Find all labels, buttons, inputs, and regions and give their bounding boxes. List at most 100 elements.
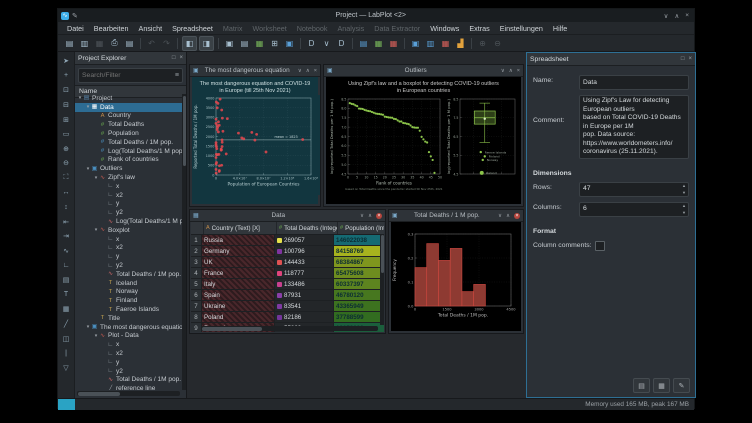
row-number-cell[interactable]: 4: [191, 268, 202, 278]
export-spreadsheet-button[interactable]: ▥: [424, 37, 437, 50]
tree-item-iceland[interactable]: TIceland: [75, 279, 182, 288]
tree-item-norway[interactable]: TNorway: [75, 288, 182, 297]
tree-item-y2[interactable]: ∟y2: [75, 261, 182, 270]
columns-stepper[interactable]: 6 ▲ ▼: [579, 202, 689, 217]
statistics-button[interactable]: ▟: [454, 37, 467, 50]
population-cell[interactable]: 65475608: [334, 268, 384, 278]
add-boxplot-icon[interactable]: ◫: [60, 333, 72, 345]
tree-item-x[interactable]: ∟x: [75, 235, 182, 244]
tree-item-log-total-deaths-1-m-pop[interactable]: #Log(Total Deaths/1 M pop.): [75, 147, 182, 156]
column-header-total-deaths-integer-y[interactable]: #Total Deaths (Integer) [Y]: [277, 222, 338, 234]
import-sql-button[interactable]: ▦: [372, 37, 385, 50]
new-project-button[interactable]: ▤: [63, 37, 76, 50]
print-button[interactable]: ⎙: [108, 37, 121, 50]
tree-item-rank-of-countries[interactable]: #Rank of countries: [75, 156, 182, 165]
print-preview-button[interactable]: ▤: [123, 37, 136, 50]
rows-stepper[interactable]: 47 ▲ ▼: [579, 182, 689, 197]
dock-close-icon[interactable]: ×: [179, 55, 183, 61]
zoom-out-icon[interactable]: ⊖: [60, 157, 72, 169]
window-titlebar[interactable]: ▣ Total Deaths / 1 M pop. ∨ ∧ ×: [389, 210, 523, 222]
tree-item-plot-data[interactable]: ▾∿Plot - Data: [75, 332, 182, 341]
table-horizontal-scrollbar[interactable]: [201, 326, 378, 331]
row-number-cell[interactable]: 8: [191, 312, 202, 322]
tree-item-y[interactable]: ∟y: [75, 200, 182, 209]
window-maximize-icon[interactable]: ∧: [509, 68, 513, 74]
row-number-cell[interactable]: 1: [191, 235, 202, 245]
population-cell[interactable]: 37788599: [334, 312, 384, 322]
zoom-in-icon[interactable]: ⊕: [60, 143, 72, 155]
name-field[interactable]: [579, 75, 689, 90]
zoom-in-button[interactable]: ⊕: [476, 37, 489, 50]
tree-item-reference-line[interactable]: ╱reference line: [75, 384, 182, 390]
spin-down-icon[interactable]: ▼: [682, 191, 686, 195]
column-header-country-text-x[interactable]: ACountry (Text) [X]: [204, 222, 277, 234]
column-header-population-integer-y[interactable]: #Population (Integer) [Y]: [338, 222, 384, 234]
edit-template-button[interactable]: ✎: [673, 378, 690, 393]
window-titlebar[interactable]: ▣ Outliers ∨ ∧ ×: [324, 65, 523, 77]
row-number-cell[interactable]: 5: [191, 279, 202, 289]
population-cell[interactable]: 146022038: [334, 235, 384, 245]
tree-item-title[interactable]: TTitle: [75, 314, 182, 323]
tree-item-x2[interactable]: ∟x2: [75, 191, 182, 200]
menu-hilfe[interactable]: Hilfe: [548, 24, 572, 33]
window-titlebar[interactable]: ▦ Data ∨ ∧ ×: [190, 210, 385, 222]
save-project-button[interactable]: ▦: [93, 37, 106, 50]
crosshair-tool-icon[interactable]: +: [60, 70, 72, 82]
country-cell[interactable]: Russia: [202, 235, 275, 245]
window-minimize-icon[interactable]: ∨: [501, 68, 505, 74]
zoom-out-button[interactable]: ⊖: [491, 37, 504, 50]
menu-spreadsheet[interactable]: Spreadsheet: [167, 24, 218, 33]
menu-einstellungen[interactable]: Einstellungen: [495, 24, 548, 33]
country-cell[interactable]: Ukraine: [202, 301, 275, 311]
dock-float-icon[interactable]: □: [681, 56, 685, 62]
load-template-button[interactable]: ▤: [633, 378, 650, 393]
maximize-icon[interactable]: ∧: [674, 12, 679, 20]
tree-item-zipf-s-law[interactable]: ▾∿Zipf's law: [75, 173, 182, 182]
new-datapicker-button[interactable]: D: [305, 37, 318, 50]
import-file-button[interactable]: ▤: [357, 37, 370, 50]
row-number-cell[interactable]: 7: [191, 301, 202, 311]
total-deaths-cell[interactable]: 82186: [275, 312, 334, 322]
region-select-icon[interactable]: ▭: [60, 128, 72, 140]
undo-button[interactable]: ↶: [145, 37, 158, 50]
total-deaths-cell[interactable]: 269057: [275, 235, 334, 245]
add-image-icon[interactable]: ▦: [60, 303, 72, 315]
toggle-project-explorer-button[interactable]: ◧: [182, 36, 197, 51]
tree-item-boxplot[interactable]: ▾∿Boxplot: [75, 226, 182, 235]
menu-data-extractor[interactable]: Data Extractor: [369, 24, 425, 33]
add-axis-icon[interactable]: ∟: [60, 260, 72, 272]
redo-button[interactable]: ↷: [160, 37, 173, 50]
close-icon[interactable]: ×: [685, 12, 689, 20]
search-input[interactable]: [79, 72, 175, 79]
add-text-label-icon[interactable]: T: [60, 289, 72, 301]
tree-item-log-total-deaths-1-m-pop[interactable]: ∿Log(Total Deaths/1 M pop.): [75, 217, 182, 226]
tree-item-y2[interactable]: ∟y2: [75, 367, 182, 376]
tree-item-total-deaths-1m-pop[interactable]: ∿Total Deaths / 1M pop.: [75, 376, 182, 385]
tree-item-the-most-dangerous-equation[interactable]: ▾▣The most dangerous equation: [75, 323, 182, 332]
tree-item-project[interactable]: ▾▤Project: [75, 94, 182, 103]
tree-item-country[interactable]: ACountry: [75, 112, 182, 121]
window-titlebar[interactable]: ▣ The most dangerous equation ∨ ∧ ×: [190, 65, 320, 77]
table-vertical-scrollbar[interactable]: [380, 234, 384, 325]
country-cell[interactable]: Poland: [202, 312, 275, 322]
tree-item-y[interactable]: ∟y: [75, 358, 182, 367]
new-notebook-button[interactable]: D: [335, 37, 348, 50]
window-minimize-icon[interactable]: ∨: [360, 213, 364, 219]
menu-worksheet[interactable]: Worksheet: [247, 24, 291, 33]
total-deaths-cell[interactable]: 100796: [275, 246, 334, 256]
row-number-cell[interactable]: 3: [191, 257, 202, 267]
menu-extras[interactable]: Extras: [464, 24, 494, 33]
open-project-button[interactable]: ▥: [78, 37, 91, 50]
menu-bearbeiten[interactable]: Bearbeiten: [89, 24, 134, 33]
column-header-col0[interactable]: [191, 222, 204, 234]
total-deaths-cell[interactable]: 144433: [275, 257, 334, 267]
country-cell[interactable]: France: [202, 268, 275, 278]
tree-item-faeroe-islands[interactable]: TFaeroe Islands: [75, 305, 182, 314]
tree-item-total-deaths-1m-pop[interactable]: #Total Deaths / 1M pop.: [75, 138, 182, 147]
new-matrix-button[interactable]: ⊞: [268, 37, 281, 50]
tree-item-y2[interactable]: ∟y2: [75, 208, 182, 217]
window-maximize-icon[interactable]: ∧: [306, 68, 310, 74]
select-tool-icon[interactable]: ➤: [60, 55, 72, 67]
add-reference-line-icon[interactable]: ╱: [60, 318, 72, 330]
population-cell[interactable]: 68384867: [334, 257, 384, 267]
